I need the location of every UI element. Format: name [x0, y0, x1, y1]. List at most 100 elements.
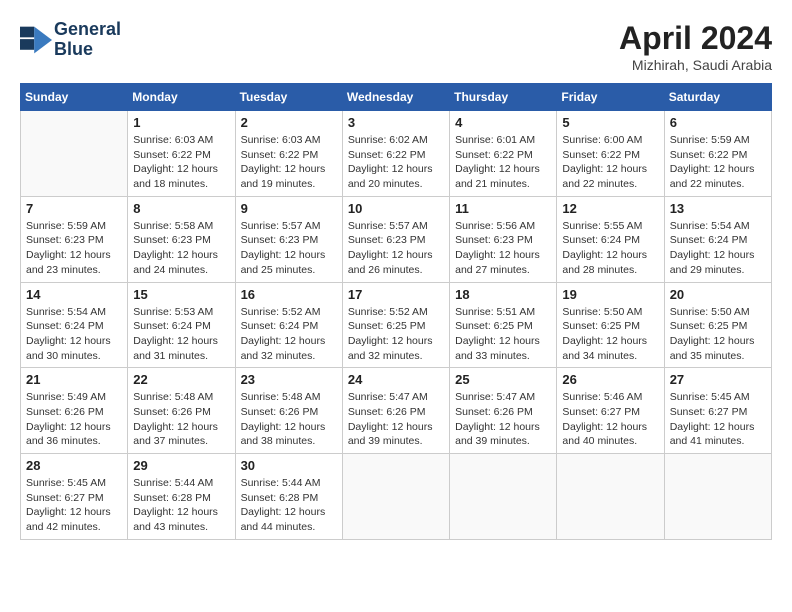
day-info: Sunrise: 5:46 AMSunset: 6:27 PMDaylight:… [562, 390, 658, 449]
day-info: Sunrise: 5:57 AMSunset: 6:23 PMDaylight:… [348, 219, 444, 278]
day-info: Sunrise: 5:47 AMSunset: 6:26 PMDaylight:… [455, 390, 551, 449]
day-info: Sunrise: 5:48 AMSunset: 6:26 PMDaylight:… [133, 390, 229, 449]
day-number: 3 [348, 115, 444, 130]
day-cell [664, 454, 771, 540]
day-cell: 2 Sunrise: 6:03 AMSunset: 6:22 PMDaylight… [235, 111, 342, 197]
month-title: April 2024 [619, 20, 772, 57]
day-cell: 23Sunrise: 5:48 AMSunset: 6:26 PMDayligh… [235, 368, 342, 454]
day-number: 14 [26, 287, 122, 302]
day-number: 22 [133, 372, 229, 387]
day-number: 25 [455, 372, 551, 387]
day-info: Sunrise: 5:45 AMSunset: 6:27 PMDaylight:… [670, 390, 766, 449]
day-info: Sunrise: 6:00 AMSunset: 6:22 PMDaylight:… [562, 133, 658, 192]
week-row-1: 1 Sunrise: 6:03 AMSunset: 6:22 PMDaylight… [21, 111, 772, 197]
logo-icon [20, 26, 52, 54]
logo-text: General Blue [54, 20, 121, 60]
week-row-2: 7 Sunrise: 5:59 AMSunset: 6:23 PMDaylight… [21, 196, 772, 282]
title-area: April 2024 Mizhirah, Saudi Arabia [619, 20, 772, 73]
day-cell: 24 Sunrise: 5:47 AMSunset: 6:26 PMDayligh… [342, 368, 449, 454]
week-row-4: 21 Sunrise: 5:49 AMSunset: 6:26 PMDayligh… [21, 368, 772, 454]
day-number: 7 [26, 201, 122, 216]
day-info: Sunrise: 5:49 AMSunset: 6:26 PMDaylight:… [26, 390, 122, 449]
day-cell: 9 Sunrise: 5:57 AMSunset: 6:23 PMDaylight… [235, 196, 342, 282]
day-cell: 15 Sunrise: 5:53 AMSunset: 6:24 PMDayligh… [128, 282, 235, 368]
day-number: 29 [133, 458, 229, 473]
calendar-body: 1 Sunrise: 6:03 AMSunset: 6:22 PMDaylight… [21, 111, 772, 540]
day-cell: 14Sunrise: 5:54 AMSunset: 6:24 PMDayligh… [21, 282, 128, 368]
day-cell: 27 Sunrise: 5:45 AMSunset: 6:27 PMDayligh… [664, 368, 771, 454]
day-cell: 4 Sunrise: 6:01 AMSunset: 6:22 PMDaylight… [450, 111, 557, 197]
day-info: Sunrise: 5:50 AMSunset: 6:25 PMDaylight:… [562, 305, 658, 364]
day-cell: 13 Sunrise: 5:54 AMSunset: 6:24 PMDayligh… [664, 196, 771, 282]
header: General Blue April 2024 Mizhirah, Saudi … [20, 20, 772, 73]
day-cell: 20Sunrise: 5:50 AMSunset: 6:25 PMDayligh… [664, 282, 771, 368]
calendar-header-row: SundayMondayTuesdayWednesdayThursdayFrid… [21, 84, 772, 111]
day-number: 18 [455, 287, 551, 302]
header-cell-sunday: Sunday [21, 84, 128, 111]
logo: General Blue [20, 20, 121, 60]
day-info: Sunrise: 5:44 AMSunset: 6:28 PMDaylight:… [133, 476, 229, 535]
day-number: 15 [133, 287, 229, 302]
day-cell: 8Sunrise: 5:58 AMSunset: 6:23 PMDaylight… [128, 196, 235, 282]
day-cell: 10Sunrise: 5:57 AMSunset: 6:23 PMDayligh… [342, 196, 449, 282]
calendar: SundayMondayTuesdayWednesdayThursdayFrid… [20, 83, 772, 540]
day-number: 24 [348, 372, 444, 387]
day-number: 4 [455, 115, 551, 130]
day-number: 5 [562, 115, 658, 130]
week-row-5: 28Sunrise: 5:45 AMSunset: 6:27 PMDayligh… [21, 454, 772, 540]
day-info: Sunrise: 5:53 AMSunset: 6:24 PMDaylight:… [133, 305, 229, 364]
day-cell: 26 Sunrise: 5:46 AMSunset: 6:27 PMDayligh… [557, 368, 664, 454]
day-number: 19 [562, 287, 658, 302]
day-info: Sunrise: 5:50 AMSunset: 6:25 PMDaylight:… [670, 305, 766, 364]
day-number: 21 [26, 372, 122, 387]
day-cell: 30 Sunrise: 5:44 AMSunset: 6:28 PMDayligh… [235, 454, 342, 540]
day-cell: 3 Sunrise: 6:02 AMSunset: 6:22 PMDaylight… [342, 111, 449, 197]
day-cell: 5 Sunrise: 6:00 AMSunset: 6:22 PMDaylight… [557, 111, 664, 197]
day-number: 13 [670, 201, 766, 216]
day-cell: 6Sunrise: 5:59 AMSunset: 6:22 PMDaylight… [664, 111, 771, 197]
day-info: Sunrise: 5:55 AMSunset: 6:24 PMDaylight:… [562, 219, 658, 278]
day-cell: 22 Sunrise: 5:48 AMSunset: 6:26 PMDayligh… [128, 368, 235, 454]
day-info: Sunrise: 5:54 AMSunset: 6:24 PMDaylight:… [670, 219, 766, 278]
day-info: Sunrise: 6:03 AMSunset: 6:22 PMDaylight:… [241, 133, 337, 192]
day-number: 27 [670, 372, 766, 387]
day-number: 17 [348, 287, 444, 302]
header-cell-saturday: Saturday [664, 84, 771, 111]
day-info: Sunrise: 5:56 AMSunset: 6:23 PMDaylight:… [455, 219, 551, 278]
day-number: 30 [241, 458, 337, 473]
day-cell: 18 Sunrise: 5:51 AMSunset: 6:25 PMDayligh… [450, 282, 557, 368]
day-number: 8 [133, 201, 229, 216]
day-info: Sunrise: 5:59 AMSunset: 6:23 PMDaylight:… [26, 219, 122, 278]
day-info: Sunrise: 6:01 AMSunset: 6:22 PMDaylight:… [455, 133, 551, 192]
day-cell [342, 454, 449, 540]
day-info: Sunrise: 5:48 AMSunset: 6:26 PMDaylight:… [241, 390, 337, 449]
header-cell-friday: Friday [557, 84, 664, 111]
day-info: Sunrise: 5:52 AMSunset: 6:24 PMDaylight:… [241, 305, 337, 364]
day-number: 16 [241, 287, 337, 302]
day-number: 9 [241, 201, 337, 216]
day-number: 1 [133, 115, 229, 130]
day-cell: 16 Sunrise: 5:52 AMSunset: 6:24 PMDayligh… [235, 282, 342, 368]
day-info: Sunrise: 5:47 AMSunset: 6:26 PMDaylight:… [348, 390, 444, 449]
day-cell: 29 Sunrise: 5:44 AMSunset: 6:28 PMDayligh… [128, 454, 235, 540]
day-number: 2 [241, 115, 337, 130]
day-cell: 12 Sunrise: 5:55 AMSunset: 6:24 PMDayligh… [557, 196, 664, 282]
day-number: 12 [562, 201, 658, 216]
day-number: 26 [562, 372, 658, 387]
location: Mizhirah, Saudi Arabia [619, 57, 772, 73]
day-info: Sunrise: 6:03 AMSunset: 6:22 PMDaylight:… [133, 133, 229, 192]
day-cell: 7 Sunrise: 5:59 AMSunset: 6:23 PMDaylight… [21, 196, 128, 282]
week-row-3: 14Sunrise: 5:54 AMSunset: 6:24 PMDayligh… [21, 282, 772, 368]
day-info: Sunrise: 5:51 AMSunset: 6:25 PMDaylight:… [455, 305, 551, 364]
day-cell: 28Sunrise: 5:45 AMSunset: 6:27 PMDayligh… [21, 454, 128, 540]
day-info: Sunrise: 5:57 AMSunset: 6:23 PMDaylight:… [241, 219, 337, 278]
day-number: 6 [670, 115, 766, 130]
header-cell-tuesday: Tuesday [235, 84, 342, 111]
day-cell: 1 Sunrise: 6:03 AMSunset: 6:22 PMDaylight… [128, 111, 235, 197]
header-cell-monday: Monday [128, 84, 235, 111]
day-cell: 17Sunrise: 5:52 AMSunset: 6:25 PMDayligh… [342, 282, 449, 368]
day-info: Sunrise: 5:44 AMSunset: 6:28 PMDaylight:… [241, 476, 337, 535]
day-cell: 19 Sunrise: 5:50 AMSunset: 6:25 PMDayligh… [557, 282, 664, 368]
header-cell-thursday: Thursday [450, 84, 557, 111]
day-info: Sunrise: 6:02 AMSunset: 6:22 PMDaylight:… [348, 133, 444, 192]
